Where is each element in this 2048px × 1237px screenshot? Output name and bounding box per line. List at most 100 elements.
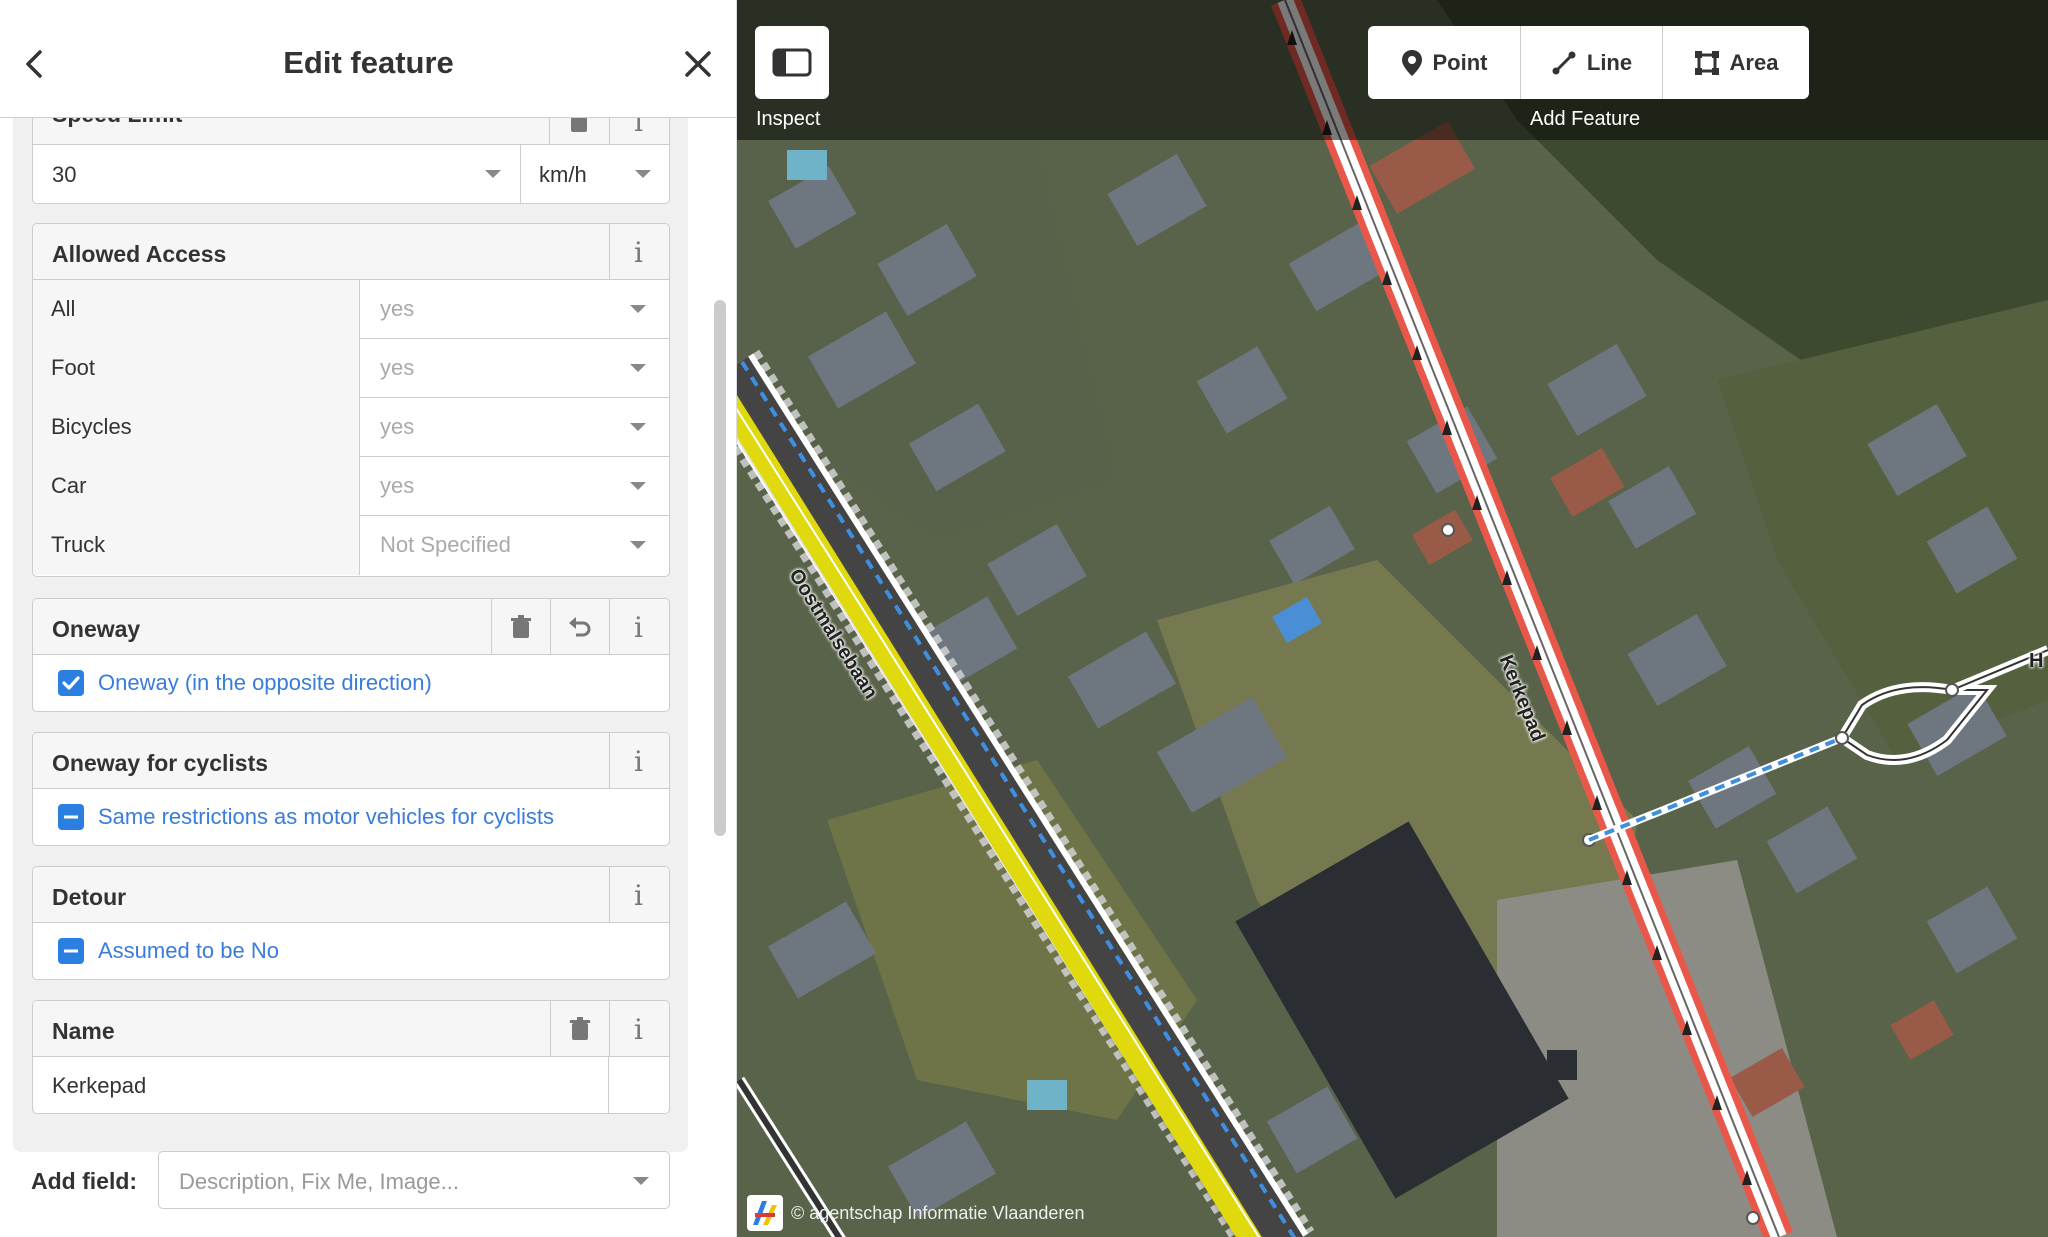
- delete-button[interactable]: [491, 599, 549, 655]
- add-line-button[interactable]: Line: [1520, 26, 1662, 99]
- info-button[interactable]: i: [609, 867, 667, 923]
- info-button[interactable]: i: [609, 224, 667, 280]
- add-feature-modes: Point Line Area: [1368, 26, 1809, 99]
- info-button[interactable]: i: [609, 118, 667, 145]
- minus-icon: [64, 949, 78, 953]
- field-header: Allowed Access i: [33, 224, 669, 280]
- access-value-combo[interactable]: yes: [360, 398, 669, 457]
- road-label-edge: H: [2029, 650, 2044, 672]
- access-value: yes: [380, 473, 415, 498]
- speed-unit-combo[interactable]: km/h: [521, 145, 669, 203]
- imagery-attribution[interactable]: © agentschap Informatie Vlaanderen: [747, 1194, 1084, 1232]
- field-header: Detour i: [33, 867, 669, 923]
- checkbox-checked[interactable]: [58, 670, 84, 696]
- access-row-foot: Foot yes: [33, 339, 669, 398]
- name-value: Kerkepad: [52, 1073, 147, 1098]
- sidebar-toggle-icon: [772, 48, 812, 77]
- checkbox-label: Assumed to be No: [98, 938, 279, 963]
- oneway-cyclists-checkbox-row[interactable]: Same restrictions as motor vehicles for …: [33, 789, 669, 843]
- area-icon: [1694, 50, 1719, 75]
- field-name: Name i Kerkepad: [32, 1000, 670, 1114]
- access-row-bicycles: Bicycles yes: [33, 398, 669, 457]
- access-value: yes: [380, 355, 415, 380]
- sidebar-header: Edit feature: [0, 0, 736, 118]
- field-label: Oneway for cyclists: [52, 750, 269, 776]
- access-key: Bicycles: [33, 398, 360, 457]
- chevron-down-icon: [630, 364, 646, 372]
- access-row-all: All yes: [33, 280, 669, 339]
- access-value: yes: [380, 296, 415, 321]
- line-icon: [1552, 51, 1576, 74]
- checkbox-label: Oneway (in the opposite direction): [98, 670, 432, 695]
- access-key: Car: [33, 457, 360, 516]
- info-icon: i: [634, 744, 643, 778]
- mode-label: Point: [1432, 49, 1488, 75]
- revert-button[interactable]: [550, 599, 608, 655]
- add-area-button[interactable]: Area: [1662, 26, 1809, 99]
- info-icon: i: [634, 118, 643, 138]
- close-icon[interactable]: [680, 46, 716, 82]
- trash-icon: [569, 1017, 590, 1040]
- speed-limit-inputs: 30 km/h: [33, 145, 669, 203]
- info-button[interactable]: i: [609, 1001, 667, 1057]
- oneway-checkbox-row[interactable]: Oneway (in the opposite direction): [33, 655, 669, 709]
- check-icon: [62, 676, 80, 690]
- checkbox-label: Same restrictions as motor vehicles for …: [98, 804, 555, 829]
- info-button[interactable]: i: [609, 599, 667, 655]
- attribution-text: © agentschap Informatie Vlaanderen: [791, 1202, 1085, 1223]
- field-label: Detour: [52, 884, 127, 910]
- access-value-combo[interactable]: yes: [360, 339, 669, 398]
- checkbox-indeterminate[interactable]: [58, 938, 84, 964]
- panel-title: Edit feature: [283, 45, 454, 80]
- field-oneway: Oneway i Oneway (in the opposite directi…: [32, 598, 670, 712]
- mode-label: Area: [1729, 49, 1779, 75]
- imagery-provider-logo-icon: [747, 1195, 783, 1231]
- speed-limit-value: 30: [52, 162, 77, 187]
- access-value-combo[interactable]: yes: [360, 457, 669, 516]
- mode-label: Line: [1586, 49, 1633, 75]
- trash-icon: [570, 118, 587, 132]
- info-button[interactable]: i: [609, 733, 667, 789]
- name-input[interactable]: Kerkepad: [33, 1057, 609, 1113]
- checkbox-indeterminate[interactable]: [58, 804, 84, 830]
- access-value-combo[interactable]: Not Specified: [360, 516, 669, 575]
- add-field-combo[interactable]: Description, Fix Me, Image...: [158, 1151, 670, 1209]
- add-field-label: Add field:: [31, 1168, 138, 1194]
- chevron-down-icon: [635, 170, 651, 178]
- trash-icon: [510, 615, 531, 638]
- access-row-car: Car yes: [33, 457, 669, 516]
- access-value: Not Specified: [380, 532, 511, 557]
- editor-sidebar: Edit feature Speed Limit: [0, 0, 737, 1237]
- access-value-combo[interactable]: yes: [360, 280, 669, 339]
- access-key: Truck: [33, 516, 360, 575]
- sidebar-body: Speed Limit i 30: [0, 118, 736, 1237]
- chevron-down-icon: [630, 541, 646, 549]
- speed-unit-value: km/h: [539, 162, 587, 187]
- field-header: Oneway i: [33, 599, 669, 655]
- add-point-button[interactable]: Point: [1368, 26, 1520, 99]
- inspect-toggle-button[interactable]: [755, 26, 829, 99]
- sidebar-scrollbar[interactable]: [714, 300, 726, 836]
- delete-button[interactable]: [550, 1001, 608, 1057]
- chevron-down-icon: [633, 1177, 649, 1185]
- field-oneway-cyclists: Oneway for cyclists i Same restrictions …: [32, 732, 670, 846]
- delete-button[interactable]: [549, 118, 607, 145]
- chevron-down-icon: [630, 482, 646, 490]
- field-speed-limit: Speed Limit i 30: [32, 118, 670, 204]
- field-label: Allowed Access: [52, 241, 227, 267]
- chevron-down-icon: [630, 305, 646, 313]
- info-icon: i: [634, 878, 643, 912]
- add-feature-label: Add Feature: [1530, 108, 1641, 130]
- field-label: Speed Limit: [52, 118, 182, 128]
- field-label: Name: [52, 1018, 115, 1044]
- localized-name-button[interactable]: [609, 1057, 669, 1113]
- speed-limit-combo[interactable]: 30: [33, 145, 521, 203]
- chevron-down-icon: [485, 170, 501, 178]
- detour-checkbox-row[interactable]: Assumed to be No: [33, 923, 669, 977]
- access-key: Foot: [33, 339, 360, 398]
- map-view[interactable]: Oostmalsebaan Kerkepad H Inspect Point L…: [737, 0, 2048, 1237]
- inspect-label: Inspect: [756, 108, 821, 130]
- field-detour: Detour i Assumed to be No: [32, 866, 670, 980]
- field-allowed-access: Allowed Access i All yes Foot yes Bicycl…: [32, 223, 670, 577]
- access-value: yes: [380, 414, 415, 439]
